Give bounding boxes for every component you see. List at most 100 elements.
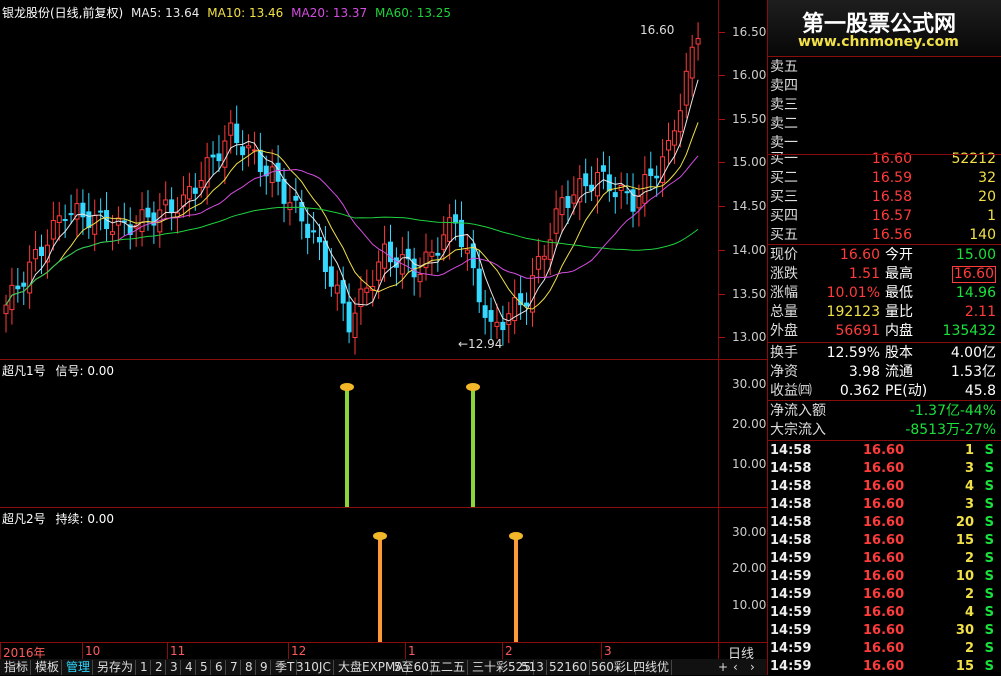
- tick-price: 16.60: [863, 461, 905, 476]
- bottom-tab[interactable]: 52160: [547, 660, 591, 675]
- candlestick: [464, 235, 470, 271]
- sell-row[interactable]: 卖二: [770, 115, 1000, 133]
- bottom-tab[interactable]: 5至60: [392, 660, 432, 675]
- candlestick: [352, 297, 358, 355]
- quote-row: 净资 3.98 流通 1.53亿: [770, 363, 1000, 381]
- indicator2-chart: [373, 532, 523, 642]
- price-tick-mark: [719, 75, 725, 76]
- tick-side: S: [984, 641, 994, 656]
- flow-value: -8513万: [905, 422, 960, 438]
- bottom-tab[interactable]: 560彩L: [589, 660, 636, 675]
- quote-value: 56691: [835, 323, 880, 339]
- bottom-tab[interactable]: 4: [183, 660, 196, 675]
- candlestick: [92, 199, 98, 252]
- trade-tick-row: 14:58 16.60 15 S: [770, 532, 1000, 550]
- period-label[interactable]: 日线: [728, 643, 754, 662]
- tick-price: 16.60: [863, 533, 905, 548]
- tick-volume: 20: [955, 515, 974, 530]
- candlestick: [648, 151, 654, 191]
- tick-price: 16.60: [863, 659, 905, 674]
- duration-cap: [509, 532, 523, 540]
- buy-row[interactable]: 买三 16.58 20: [770, 188, 1000, 206]
- indicator1-chart: [340, 383, 480, 507]
- tick-volume: 2: [964, 587, 974, 602]
- quote-label: 内盘: [885, 323, 913, 339]
- tick-time: 14:59: [770, 587, 812, 602]
- bottom-tab[interactable]: 模板: [33, 660, 63, 675]
- quote-row: 外盘 56691 内盘 135432: [770, 322, 1000, 340]
- quote-row: 收益㈣ 0.362 PE(动) 45.8: [770, 382, 1000, 400]
- candlestick: [281, 167, 287, 223]
- buy-row[interactable]: 买二 16.59 32: [770, 169, 1000, 187]
- sell-row[interactable]: 卖五: [770, 58, 1000, 76]
- candlestick: [577, 165, 583, 221]
- bottom-tab[interactable]: 指标: [2, 660, 32, 675]
- bottom-tab[interactable]: 7: [228, 660, 241, 675]
- tick-time: 14:59: [770, 605, 812, 620]
- candlestick: [109, 214, 115, 251]
- scroll-left-button[interactable]: ‹: [733, 660, 738, 674]
- sell-row[interactable]: 卖四: [770, 77, 1000, 95]
- flow-label: 净流入额: [770, 403, 826, 419]
- sell-row[interactable]: 卖三: [770, 96, 1000, 114]
- trade-tick-row: 14:59 16.60 2 S: [770, 640, 1000, 658]
- bottom-tab[interactable]: 另存为: [95, 660, 137, 675]
- date-tick: [502, 643, 503, 659]
- price-tick-mark: [719, 119, 725, 120]
- tick-volume: 4: [964, 605, 974, 620]
- bottom-tab[interactable]: 四线优: [631, 660, 673, 675]
- signal-cap: [340, 383, 354, 391]
- tick-price: 16.60: [863, 515, 905, 530]
- tick-volume: 3: [964, 461, 974, 476]
- bottom-tab[interactable]: 管理: [64, 660, 94, 675]
- quote-label: 总量: [770, 304, 798, 320]
- bottom-tab[interactable]: 8: [243, 660, 256, 675]
- buy-row[interactable]: 买五 16.56 140: [770, 226, 1000, 244]
- quote-label: 换手: [770, 345, 798, 361]
- bottom-tab[interactable]: 9: [258, 660, 271, 675]
- price-tick-label: 13.00: [732, 330, 767, 344]
- bottom-tab[interactable]: 5: [198, 660, 211, 675]
- buy-row[interactable]: 买一 16.60 52212: [770, 150, 1000, 168]
- price-tick-mark: [719, 32, 725, 33]
- buy-volume: 1: [987, 208, 996, 224]
- signal-bar: [345, 387, 349, 507]
- bottom-tab[interactable]: 3: [168, 660, 181, 675]
- candlestick: [364, 269, 370, 305]
- banner-url: www.chnmoney.com: [798, 34, 959, 50]
- add-tab-button[interactable]: +: [718, 660, 728, 674]
- candlestick: [68, 194, 74, 225]
- bottom-tab[interactable]: 1: [138, 660, 151, 675]
- candlestick: [636, 184, 642, 227]
- tick-price: 16.60: [863, 587, 905, 602]
- quote-label: 最低: [885, 285, 913, 301]
- buy-volume: 140: [969, 227, 996, 243]
- price-tick-mark: [719, 337, 725, 338]
- bottom-tab[interactable]: 513: [519, 660, 547, 675]
- bottom-tab[interactable]: 6: [213, 660, 226, 675]
- tick-price: 16.60: [863, 551, 905, 566]
- candlestick: [139, 192, 145, 247]
- bottom-tab[interactable]: 310JC: [294, 660, 334, 675]
- candlestick: [553, 190, 559, 247]
- candlestick: [606, 156, 612, 202]
- tick-volume: 1: [964, 443, 974, 458]
- quote-label: PE(动): [885, 383, 928, 399]
- price-tick-mark: [719, 250, 725, 251]
- sell-level-label: 卖二: [770, 116, 798, 132]
- buy-level-label: 买四: [770, 208, 798, 224]
- site-banner: 第一股票公式网 www.chnmoney.com: [768, 0, 1001, 56]
- buy-row[interactable]: 买四 16.57 1: [770, 207, 1000, 225]
- candlestick: [589, 166, 595, 202]
- buy-volume: 32: [978, 170, 996, 186]
- candlestick: [269, 149, 275, 198]
- bottom-tab[interactable]: 五二五: [427, 660, 469, 675]
- scroll-right-button[interactable]: ›: [750, 660, 755, 674]
- candlestick-chart[interactable]: 16.60 ←12.94: [0, 20, 718, 358]
- quote-value: 15.00: [955, 247, 996, 263]
- candlestick: [98, 198, 104, 231]
- buy-price: 16.56: [871, 227, 912, 243]
- candlestick: [222, 125, 228, 185]
- bottom-tab[interactable]: 2: [153, 660, 166, 675]
- main-chart-header: 银龙股份(日线,前复权) MA5: 13.64 MA10: 13.46 MA20…: [2, 4, 451, 21]
